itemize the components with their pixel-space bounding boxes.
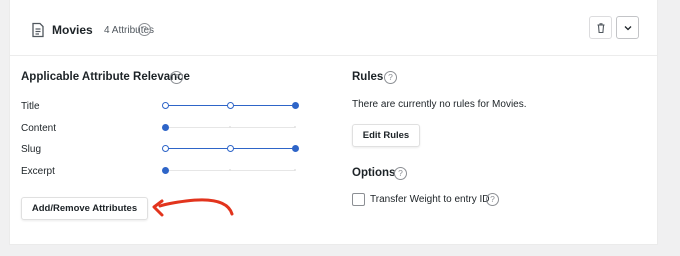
transfer-weight-label: Transfer Weight to entry ID [370, 194, 490, 205]
engine-header: Movies 4 Attributes ? [10, 5, 657, 56]
trash-icon [597, 23, 605, 34]
help-icon[interactable]: ? [170, 71, 183, 84]
attribute-label: Excerpt [21, 166, 55, 177]
slider-handle[interactable] [161, 124, 169, 131]
slider-tick [229, 126, 231, 128]
rules-title: Rules [352, 71, 384, 83]
rules-empty-text: There are currently no rules for Movies. [352, 99, 527, 110]
collapse-engine-button[interactable] [616, 16, 639, 39]
slider-tick [229, 169, 231, 171]
slider-handle[interactable] [291, 145, 299, 152]
slider-tick [294, 126, 296, 128]
options-title: Options [352, 167, 396, 179]
attribute-label: Content [21, 123, 57, 134]
annotation-arrow-icon [152, 198, 234, 217]
help-icon[interactable]: ? [384, 71, 397, 84]
relevance-slider[interactable] [161, 102, 299, 110]
relevance-slider[interactable] [161, 145, 299, 153]
help-icon[interactable]: ? [486, 193, 499, 206]
slider-stop [161, 145, 169, 152]
slider-handle[interactable] [291, 102, 299, 109]
attribute-label: Title [21, 101, 40, 112]
slider-stop [226, 102, 234, 109]
engine-name: Movies [52, 23, 93, 37]
edit-rules-button[interactable]: Edit Rules [352, 124, 420, 147]
relevance-slider[interactable] [161, 167, 296, 175]
delete-engine-button[interactable] [589, 16, 612, 39]
relevance-slider[interactable] [161, 124, 296, 132]
slider-handle[interactable] [161, 167, 169, 174]
slider-tick [294, 169, 296, 171]
slider-stop [226, 145, 234, 152]
help-icon[interactable]: ? [394, 167, 407, 180]
relevance-title: Applicable Attribute Relevance [21, 71, 190, 83]
add-remove-attributes-button[interactable]: Add/Remove Attributes [21, 197, 148, 220]
chevron-down-icon [624, 26, 632, 31]
attribute-label: Slug [21, 144, 42, 155]
slider-stop [161, 102, 169, 109]
help-icon[interactable]: ? [138, 23, 151, 36]
transfer-weight-checkbox[interactable] [352, 193, 365, 206]
document-icon [32, 22, 44, 38]
